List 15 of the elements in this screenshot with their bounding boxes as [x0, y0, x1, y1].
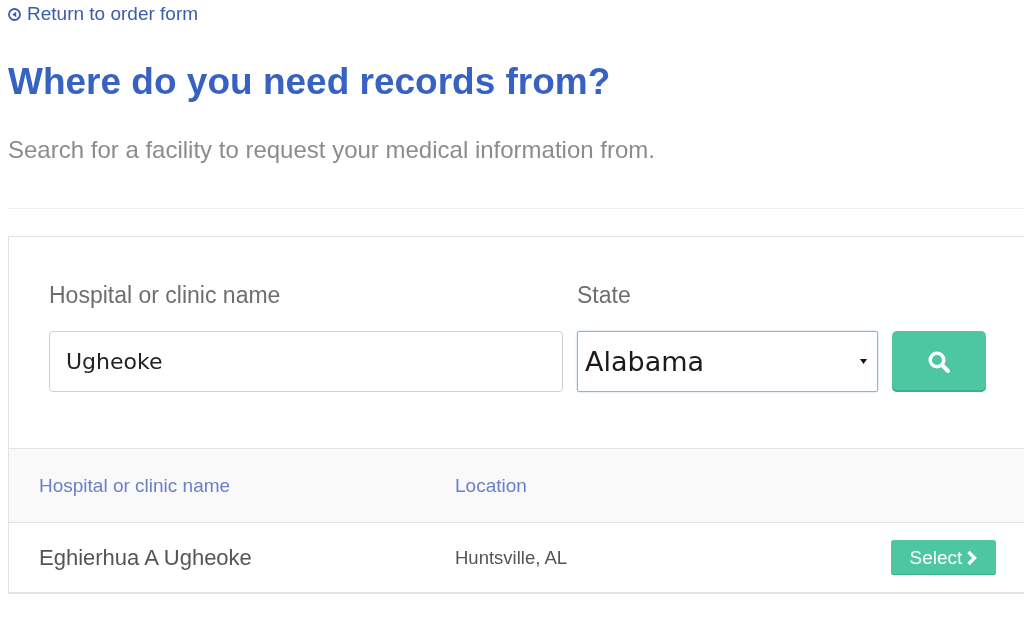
caret-icon [860, 359, 867, 364]
field-label: Hospital or clinic name [49, 283, 282, 307]
search-icon [927, 349, 951, 374]
back-link[interactable]: Return to order form [8, 2, 199, 26]
page-heading: Where do you need records from? [8, 60, 612, 104]
column-header: Hospital or clinic name [39, 474, 232, 497]
facility-name-cell-text: Eghierhua A Ugheoke [39, 544, 253, 571]
chevron-right-icon [966, 549, 978, 566]
field-label: State [577, 283, 632, 307]
name-input[interactable]: Ugheoke [49, 331, 563, 392]
column-header: Location [455, 474, 528, 497]
state-select[interactable]: Alabama [577, 331, 878, 392]
page-subtitle: Search for a facility to request your medical information from. [8, 135, 656, 165]
search-button[interactable] [892, 331, 986, 392]
location-cell-text: Huntsville, AL [455, 546, 569, 569]
